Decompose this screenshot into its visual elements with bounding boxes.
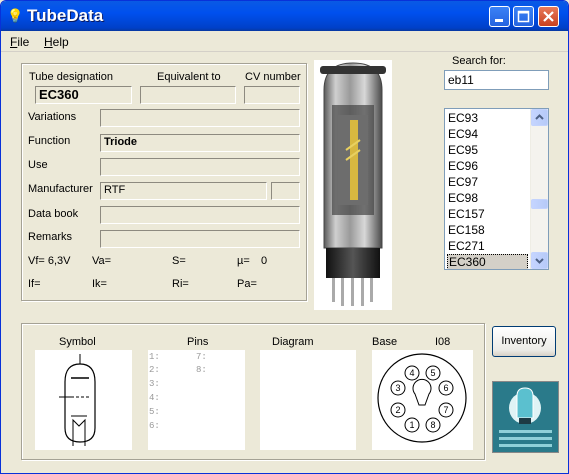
pin-6: 6: — [149, 421, 160, 431]
search-input[interactable] — [444, 70, 549, 90]
list-item[interactable]: EC157 — [447, 206, 529, 222]
list-item[interactable]: EC95 — [447, 142, 529, 158]
scroll-up-button[interactable] — [531, 109, 548, 126]
menu-help[interactable]: Help — [44, 35, 69, 49]
manufacturer-label: Manufacturer — [28, 183, 93, 195]
app-bulb-icon: 💡 — [7, 8, 24, 23]
pin-1: 1: — [149, 352, 160, 362]
function-label: Function — [28, 135, 71, 147]
tube-photo — [314, 60, 392, 310]
base-label: Base — [372, 336, 398, 348]
list-scrollbar[interactable] — [530, 109, 548, 269]
variations-label: Variations — [28, 111, 77, 123]
function-field[interactable]: Triode — [100, 134, 300, 152]
remarks-field[interactable] — [100, 230, 300, 248]
base-pins: 1 2 3 4 5 6 7 8 — [390, 365, 454, 433]
minimize-button[interactable] — [489, 6, 510, 27]
manufacturer-field[interactable]: RTF — [100, 182, 267, 200]
pin-3: 3: — [149, 379, 160, 389]
triode-symbol — [59, 354, 96, 446]
diagram-label: Diagram — [272, 336, 314, 348]
minimize-icon — [495, 19, 503, 22]
tube-designation-label: Tube designation — [29, 71, 113, 83]
menu-bar: File Help — [1, 31, 568, 52]
svg-text:4: 4 — [409, 368, 414, 378]
variations-field[interactable] — [100, 109, 300, 127]
use-label: Use — [28, 159, 48, 171]
symbol-label: Symbol — [59, 336, 96, 348]
list-item[interactable]: EC96 — [447, 158, 529, 174]
list-item[interactable]: EC360 — [447, 254, 528, 269]
pin-5: 5: — [149, 407, 160, 417]
list-item[interactable]: EC94 — [447, 126, 529, 142]
list-item[interactable]: EC93 — [447, 110, 529, 126]
tube-list[interactable]: EC93 EC94 EC95 EC96 EC97 EC98 EC157 EC158 EC271 E… — [444, 108, 549, 270]
close-icon — [543, 11, 554, 22]
pin-7: 7: — [196, 352, 207, 362]
cv-number-label: CV number — [245, 71, 301, 83]
close-button[interactable] — [538, 6, 559, 27]
manufacturer-code-field[interactable] — [271, 182, 300, 200]
param-vf: Vf= 6,3V — [28, 255, 71, 267]
tube-logo-icon — [493, 382, 558, 452]
param-if: If= — [28, 278, 41, 290]
scroll-up-icon — [535, 114, 544, 120]
svg-text:6: 6 — [443, 383, 448, 393]
param-s: S= — [172, 255, 186, 267]
pin-2: 2: — [149, 365, 160, 375]
menu-file[interactable]: File — [10, 35, 29, 49]
equivalent-field[interactable] — [140, 86, 236, 104]
databook-label: Data book — [28, 208, 79, 220]
pin-4: 4: — [149, 393, 160, 403]
svg-text:5: 5 — [430, 368, 435, 378]
equivalent-label: Equivalent to — [157, 71, 221, 83]
inventory-button[interactable]: Inventory — [492, 326, 556, 357]
param-ri: Ri= — [172, 278, 189, 290]
diagram-panel — [260, 350, 356, 450]
scroll-thumb[interactable] — [531, 199, 548, 209]
list-item[interactable]: EC98 — [447, 190, 529, 206]
list-item[interactable]: EC271 — [447, 238, 529, 254]
base-panel: 1 2 3 4 5 6 7 8 — [372, 350, 473, 450]
maximize-icon — [517, 10, 530, 23]
list-item[interactable]: EC158 — [447, 222, 529, 238]
octal-base-diagram: 1 2 3 4 5 6 7 8 — [377, 353, 467, 443]
maximize-button[interactable] — [513, 6, 534, 27]
pins-label: Pins — [187, 336, 209, 348]
remarks-label: Remarks — [28, 231, 73, 243]
title-bar[interactable]: 💡 TubeData — [1, 1, 568, 31]
param-mu: µ= — [237, 255, 250, 267]
base-type-label: I08 — [435, 336, 451, 348]
svg-text:2: 2 — [395, 405, 400, 415]
use-field[interactable] — [100, 158, 300, 176]
logo-image[interactable] — [492, 381, 559, 453]
pin-8: 8: — [196, 365, 207, 375]
param-ik: Ik= — [92, 278, 107, 290]
param-mu-value: 0 — [261, 255, 268, 267]
tube-designation-field[interactable]: EC360 — [35, 86, 132, 104]
list-item[interactable]: EC97 — [447, 174, 529, 190]
cv-number-field[interactable] — [244, 86, 300, 104]
svg-text:1: 1 — [409, 420, 414, 430]
svg-text:8: 8 — [430, 420, 435, 430]
pins-panel: 1: 2: 3: 4: 5: 6: 7: 8: — [148, 350, 245, 450]
app-window: 💡 TubeData File Help Tube designation Eq… — [0, 0, 569, 474]
scroll-down-button[interactable] — [531, 252, 548, 269]
window-title: TubeData — [27, 6, 104, 25]
svg-text:7: 7 — [443, 405, 448, 415]
scroll-down-icon — [535, 258, 544, 264]
param-va: Va= — [92, 255, 112, 267]
svg-text:3: 3 — [395, 383, 400, 393]
symbol-panel — [35, 350, 132, 450]
databook-field[interactable] — [100, 206, 300, 224]
param-pa: Pa= — [237, 278, 257, 290]
search-label: Search for: — [452, 55, 506, 67]
